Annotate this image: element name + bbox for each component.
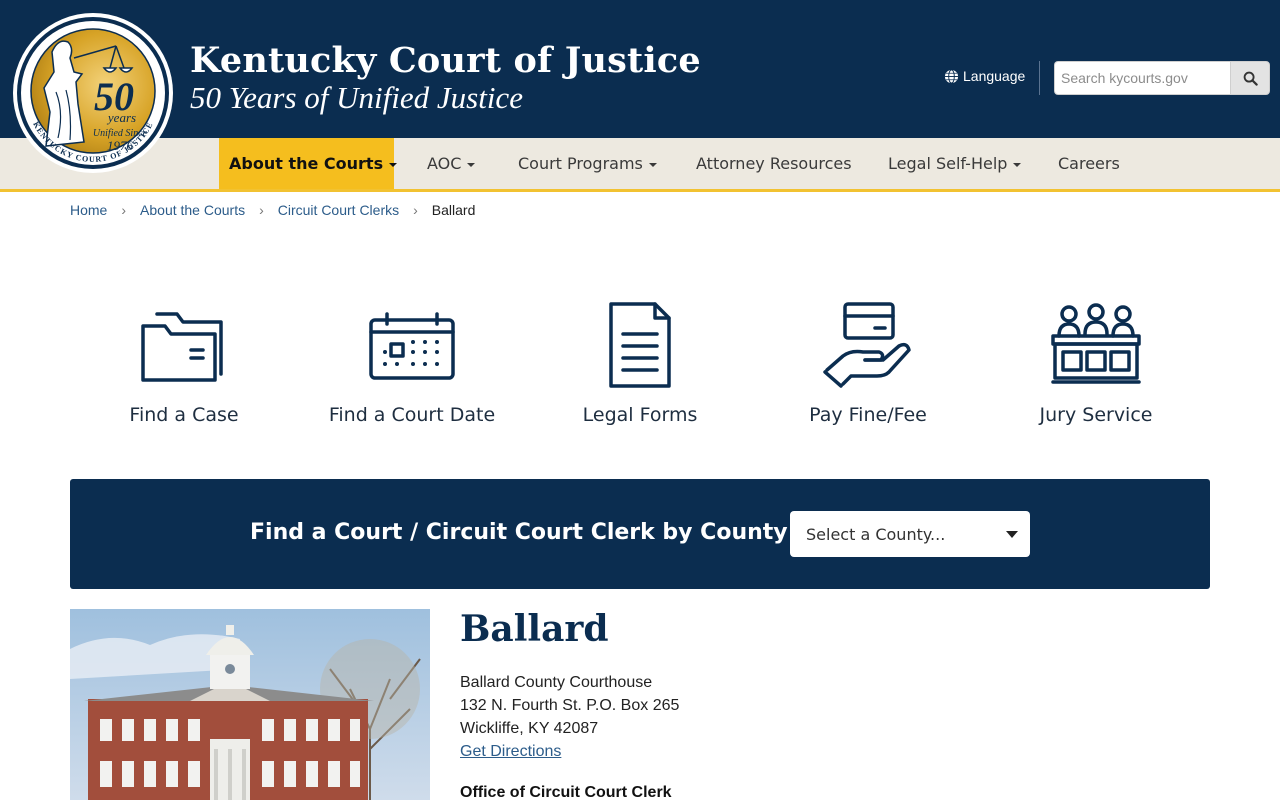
breadcrumb: Home › About the Courts › Circuit Court …: [70, 202, 475, 218]
nav-item-label: Attorney Resources: [696, 154, 852, 173]
document-icon: [609, 302, 671, 388]
address-line-courthouse: Ballard County Courthouse: [460, 674, 653, 691]
quick-link-label: Jury Service: [1039, 404, 1153, 426]
chevron-right-icon: ›: [121, 202, 127, 218]
chevron-down-icon: [389, 162, 398, 167]
search-button[interactable]: [1230, 61, 1270, 95]
seal-years-word: years: [106, 110, 136, 125]
quick-link-pay-fine-fee[interactable]: Pay Fine/Fee: [754, 300, 982, 426]
chevron-down-icon: [1013, 162, 1022, 167]
language-label: Language: [963, 68, 1026, 84]
jury-box-icon: [1051, 303, 1141, 384]
nav-item-aoc[interactable]: AOC: [427, 138, 476, 189]
site-title[interactable]: Kentucky Court of Justice: [190, 40, 701, 81]
main-nav: About the Courts AOC Court Programs Atto…: [0, 138, 1280, 192]
address-line-city: Wickliffe, KY 42087: [460, 720, 599, 737]
nav-item-court-programs[interactable]: Court Programs: [518, 138, 657, 189]
language-button[interactable]: Language: [944, 68, 1025, 84]
nav-item-careers[interactable]: Careers: [1058, 138, 1120, 189]
county-finder: Find a Court / Circuit Court Clerk by Co…: [70, 479, 1210, 589]
court-seal-logo[interactable]: 50 years Unified Since 1976 KENTUCKY COU…: [12, 12, 174, 174]
quick-link-legal-forms[interactable]: Legal Forms: [526, 300, 754, 426]
nav-item-legal-self-help[interactable]: Legal Self-Help: [888, 138, 1022, 189]
quick-link-label: Legal Forms: [582, 404, 698, 426]
chevron-right-icon: ›: [259, 202, 264, 218]
nav-item-label: Court Programs: [518, 154, 643, 173]
breadcrumb-current: Ballard: [431, 202, 476, 218]
quick-link-find-a-court-date[interactable]: Find a Court Date: [298, 300, 526, 426]
chevron-down-icon: [467, 162, 476, 167]
chevron-right-icon: ›: [413, 202, 418, 218]
globe-icon: [944, 68, 959, 84]
breadcrumb-link-circuit-court-clerks[interactable]: Circuit Court Clerks: [278, 202, 399, 218]
office-title: Office of Circuit Court Clerk: [460, 784, 672, 800]
search-input[interactable]: [1054, 61, 1230, 95]
quick-link-jury-service[interactable]: Jury Service: [982, 300, 1210, 426]
quick-link-label: Find a Court Date: [328, 404, 496, 426]
quick-link-label: Pay Fine/Fee: [809, 404, 927, 426]
nav-item-label: Legal Self-Help: [888, 154, 1008, 173]
courthouse-photo: [70, 609, 430, 800]
calendar-icon: [369, 312, 455, 380]
get-directions-link[interactable]: Get Directions: [460, 743, 561, 761]
site-header: Kentucky Court of Justice 50 Years of Un…: [0, 0, 1280, 138]
caret-down-icon: [1006, 531, 1018, 538]
county-select[interactable]: Select a County...: [790, 511, 1030, 557]
nav-item-label: About the Courts: [229, 154, 384, 173]
nav-item-attorney-resources[interactable]: Attorney Resources: [696, 138, 852, 189]
site-subtitle: 50 Years of Unified Justice: [190, 80, 523, 115]
breadcrumb-link-home[interactable]: Home: [70, 202, 107, 218]
hand-card-icon: [823, 302, 911, 388]
breadcrumb-link-about-the-courts[interactable]: About the Courts: [140, 202, 245, 218]
search-box: [1054, 61, 1270, 95]
nav-item-label: AOC: [427, 154, 462, 173]
header-divider: [1039, 61, 1040, 95]
nav-item-about-the-courts[interactable]: About the Courts: [219, 138, 398, 189]
county-select-value: Select a County...: [806, 524, 946, 544]
quick-link-find-a-case[interactable]: Find a Case: [70, 300, 298, 426]
nav-item-label: Careers: [1058, 154, 1120, 173]
address-line-street: 132 N. Fourth St. P.O. Box 265: [460, 697, 680, 714]
chevron-down-icon: [648, 162, 657, 167]
county-finder-label: Find a Court / Circuit Court Clerk by Co…: [250, 520, 788, 545]
folder-icon: [141, 312, 223, 382]
search-icon: [1243, 71, 1258, 86]
quick-link-label: Find a Case: [129, 404, 239, 426]
county-title: Ballard: [460, 608, 609, 650]
